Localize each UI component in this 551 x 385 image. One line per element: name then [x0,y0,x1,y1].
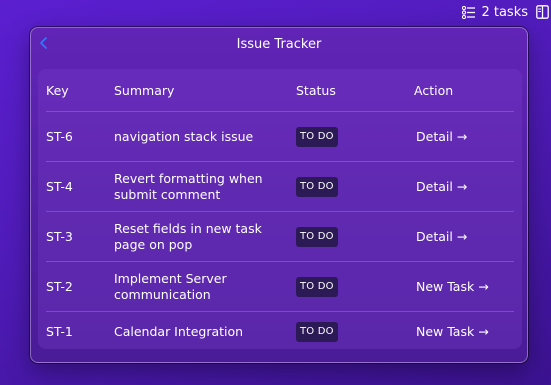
issue-status: TO DO [296,312,414,353]
tasks-indicator[interactable]: 2 tasks [454,5,536,20]
issue-key: ST-2 [46,261,114,312]
window-title: Issue Tracker [236,36,322,52]
issue-status: TO DO [296,211,414,262]
header-action: Action [414,69,514,112]
table-row: ST-4 Revert formatting when submit comme… [46,161,514,212]
tasks-count-label: 2 tasks [481,4,528,20]
issue-action: Detail → [414,211,514,262]
issue-status: TO DO [296,261,414,312]
header-key: Key [46,69,114,112]
issue-action: Detail → [414,161,514,212]
issue-key: ST-4 [46,161,114,212]
issue-summary-text: Revert formatting when submit comment [114,170,263,202]
table-row: ST-1 Calendar Integration TO DO New Task… [46,312,514,353]
issue-action: New Task → [414,261,514,312]
chevron-left-icon [40,37,47,49]
issues-panel: Key Summary Status Action ST-6 navigatio… [38,69,522,349]
status-badge: TO DO [296,226,338,247]
table-row: ST-2 Implement Server communication TO D… [46,261,514,312]
header-status: Status [296,69,414,112]
issue-summary-text: Implement Server communication [114,270,227,302]
issue-summary: Implement Server communication [114,261,296,312]
issue-action: New Task → [414,312,514,353]
issue-action: Detail → [414,111,514,162]
detail-button[interactable]: Detail → [414,229,467,245]
status-badge: TO DO [296,322,338,342]
status-badge: TO DO [296,276,338,297]
titlebar: Issue Tracker [31,28,527,60]
checklist-icon [462,5,476,19]
sidebar-split-icon[interactable] [536,5,551,19]
table-header-row: Key Summary Status Action [46,69,514,112]
desktop: 2 tasks Issue Tracker Key Summary Status… [0,0,551,385]
issue-key: ST-6 [46,111,114,162]
issues-table: Key Summary Status Action ST-6 navigatio… [46,69,514,352]
menubar: 2 tasks [454,0,551,24]
issue-status: TO DO [296,161,414,212]
back-button[interactable] [37,36,51,50]
status-badge: TO DO [296,176,338,197]
issue-summary: Revert formatting when submit comment [114,161,296,212]
issue-key: ST-3 [46,211,114,262]
issue-summary-text: navigation stack issue [114,128,254,144]
new-task-button[interactable]: New Task → [414,324,489,340]
header-summary: Summary [114,69,296,112]
issue-status: TO DO [296,111,414,162]
new-task-button[interactable]: New Task → [414,279,489,295]
issue-key: ST-1 [46,324,73,339]
table-row: ST-6 navigation stack issue TO DO Detail… [46,111,514,162]
table-row: ST-3 Reset fields in new task page on po… [46,211,514,262]
status-badge: TO DO [296,126,338,147]
issue-tracker-window: Issue Tracker Key Summary Status Action … [30,27,528,363]
detail-button[interactable]: Detail → [414,129,467,145]
issue-summary-text: Reset fields in new task page on pop [114,220,262,252]
detail-button[interactable]: Detail → [414,179,467,195]
issue-summary: Reset fields in new task page on pop [114,211,296,262]
issue-summary: Calendar Integration [114,312,296,353]
issue-summary-text: Calendar Integration [114,324,244,339]
issue-summary: navigation stack issue [114,111,296,162]
